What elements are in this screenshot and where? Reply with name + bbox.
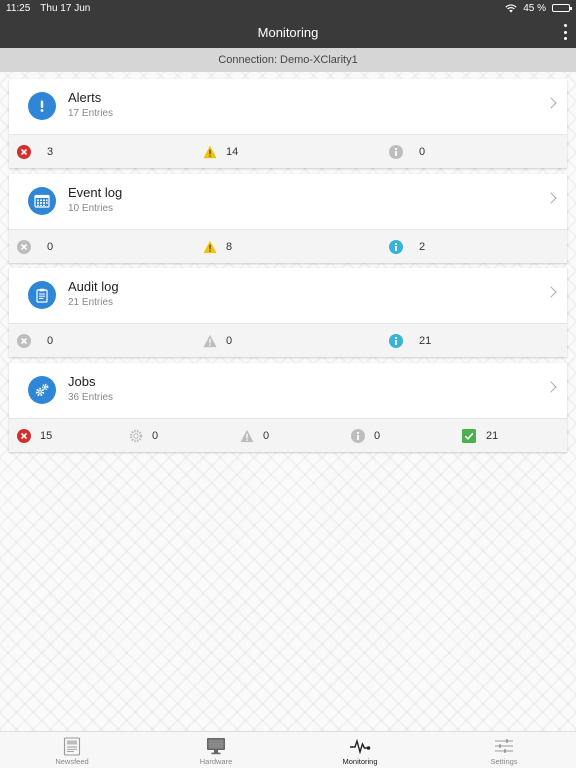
battery-icon — [552, 4, 572, 12]
stat-item[interactable]: 2 — [389, 230, 425, 264]
card-title: Event log — [68, 185, 123, 200]
stat-value: 2 — [419, 241, 426, 253]
chevron-right-icon — [545, 192, 557, 204]
audit-log-stats: 0 0 21 — [9, 323, 567, 357]
stat-value: 8 — [226, 241, 233, 253]
stat-item[interactable]: 15 — [17, 419, 52, 453]
error-icon — [17, 145, 31, 159]
complete-icon — [462, 429, 476, 443]
stat-item[interactable]: 21 — [389, 324, 431, 358]
card-entries: 36 Entries — [68, 392, 114, 403]
nav-bar: Monitoring — [0, 16, 576, 48]
clipboard-icon — [28, 281, 56, 309]
stat-item[interactable]: 0 — [17, 324, 53, 358]
running-icon — [129, 429, 143, 443]
tab-label: Monitoring — [342, 757, 378, 766]
stat-item[interactable]: 21 — [462, 419, 498, 453]
info-icon — [389, 240, 403, 254]
stat-value: 0 — [419, 146, 426, 158]
monitor-icon — [206, 736, 226, 756]
jobs-card-header[interactable]: Jobs 36 Entries — [9, 363, 567, 418]
stat-value: 14 — [226, 146, 239, 158]
status-date: Thu 17 Jun — [40, 2, 91, 14]
stat-item[interactable]: 0 — [129, 419, 158, 453]
jobs-stats: 15 0 0 0 21 — [9, 418, 567, 452]
warning-icon — [203, 334, 217, 348]
tab-newsfeed[interactable]: Newsfeed — [0, 732, 144, 768]
chevron-right-icon — [545, 97, 557, 109]
error-icon — [17, 334, 31, 348]
card-title: Alerts — [68, 90, 102, 105]
monitoring-content: Alerts 17 Entries 3 14 0 Event log 10 En… — [0, 72, 576, 731]
connection-label: Connection: Demo-XClarity1 — [218, 54, 358, 66]
info-icon — [389, 334, 403, 348]
card-entries: 21 Entries — [68, 297, 114, 308]
error-icon — [17, 240, 31, 254]
gears-icon — [28, 376, 56, 404]
newsfeed-icon — [63, 736, 81, 756]
alerts-card-header[interactable]: Alerts 17 Entries — [9, 79, 567, 134]
card-title: Jobs — [68, 374, 96, 389]
battery-percent: 45 % — [523, 2, 546, 14]
stat-value: 0 — [47, 241, 54, 253]
error-icon — [17, 429, 31, 443]
tab-label: Newsfeed — [55, 757, 89, 766]
warning-icon — [203, 145, 217, 159]
stat-item[interactable]: 0 — [351, 419, 380, 453]
connection-bar: Connection: Demo-XClarity1 — [0, 48, 576, 72]
status-time: 11:25 — [6, 2, 31, 14]
stat-item[interactable]: 0 — [17, 230, 53, 264]
status-bar: 11:25 Thu 17 Jun 45 % — [0, 0, 576, 16]
event-log-card-header[interactable]: Event log 10 Entries — [9, 174, 567, 229]
card-title: Audit log — [68, 279, 119, 294]
warning-icon — [203, 240, 217, 254]
stat-value: 21 — [486, 430, 499, 442]
stat-item[interactable]: 8 — [203, 230, 232, 264]
alerts-card[interactable]: Alerts 17 Entries 3 14 0 — [9, 79, 567, 168]
stat-value: 15 — [40, 430, 53, 442]
audit-log-card-header[interactable]: Audit log 21 Entries — [9, 268, 567, 323]
tab-monitoring[interactable]: Monitoring — [288, 732, 432, 768]
tab-bar: Newsfeed Hardware Monitoring Settings — [0, 731, 576, 768]
stat-item[interactable]: 0 — [203, 324, 232, 358]
audit-log-card[interactable]: Audit log 21 Entries 0 0 21 — [9, 268, 567, 357]
info-icon — [389, 145, 403, 159]
card-entries: 17 Entries — [68, 108, 114, 119]
stat-value: 0 — [47, 335, 54, 347]
tab-hardware[interactable]: Hardware — [144, 732, 288, 768]
stat-item[interactable]: 0 — [240, 419, 269, 453]
jobs-card[interactable]: Jobs 36 Entries 15 0 0 0 21 — [9, 363, 567, 452]
tab-settings[interactable]: Settings — [432, 732, 576, 768]
tab-label: Settings — [490, 757, 518, 766]
stat-item[interactable]: 14 — [203, 135, 238, 169]
stat-value: 0 — [226, 335, 233, 347]
sliders-icon — [494, 736, 514, 756]
chevron-right-icon — [545, 286, 557, 298]
event-log-card[interactable]: Event log 10 Entries 0 8 2 — [9, 174, 567, 263]
info-icon — [351, 429, 365, 443]
alerts-stats: 3 14 0 — [9, 134, 567, 168]
wifi-icon — [505, 3, 517, 12]
chevron-right-icon — [545, 381, 557, 393]
warning-icon — [240, 429, 254, 443]
alert-icon — [28, 92, 56, 120]
stat-value: 0 — [263, 430, 270, 442]
stat-item[interactable]: 0 — [389, 135, 425, 169]
stat-value: 21 — [419, 335, 432, 347]
stat-value: 0 — [152, 430, 159, 442]
more-options-icon[interactable] — [562, 24, 568, 40]
page-title: Monitoring — [257, 24, 319, 40]
stat-value: 0 — [374, 430, 381, 442]
pulse-icon — [349, 736, 371, 756]
stat-value: 3 — [47, 146, 54, 158]
calendar-icon — [28, 187, 56, 215]
card-entries: 10 Entries — [68, 203, 114, 214]
stat-item[interactable]: 3 — [17, 135, 53, 169]
tab-label: Hardware — [199, 757, 233, 766]
event-log-stats: 0 8 2 — [9, 229, 567, 263]
